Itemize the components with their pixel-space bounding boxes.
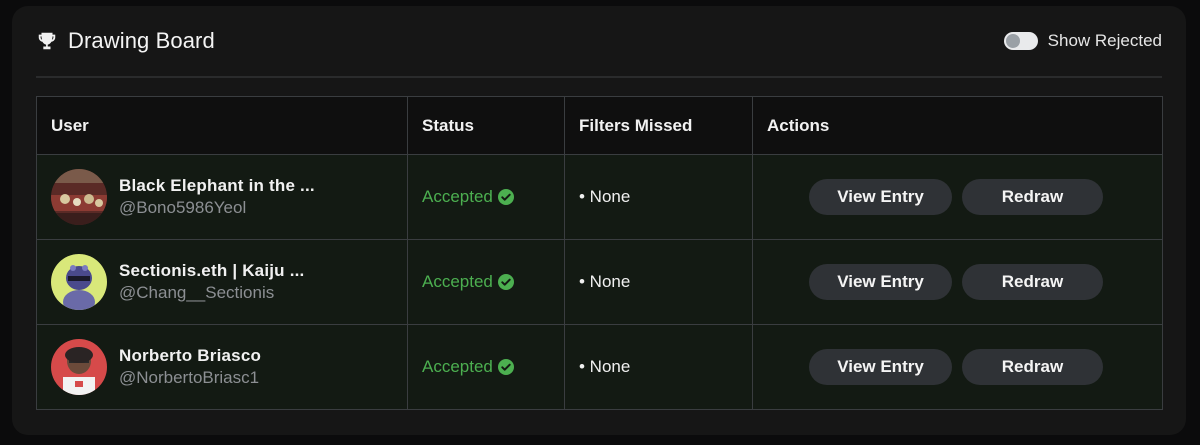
toggle-knob: [1005, 34, 1020, 48]
avatar[interactable]: [51, 254, 107, 310]
user-handle: @Bono5986Yeol: [119, 198, 247, 217]
title-group: Drawing Board: [36, 28, 215, 54]
view-entry-button[interactable]: View Entry: [809, 349, 952, 385]
status-cell: Accepted: [407, 239, 565, 325]
avatar[interactable]: [51, 169, 107, 225]
actions-cell: View Entry Redraw: [752, 324, 1163, 410]
filters-missed-value: • None: [579, 357, 631, 376]
status-cell: Accepted: [407, 154, 565, 240]
column-header-actions: Actions: [752, 96, 1163, 155]
filters-missed-cell: • None: [564, 154, 753, 240]
avatar[interactable]: [51, 339, 107, 395]
user-name: Sectionis.eth | Kaiju ...: [119, 261, 305, 280]
redraw-button[interactable]: Redraw: [962, 179, 1103, 215]
filters-missed-cell: • None: [564, 239, 753, 325]
check-circle-icon: [497, 189, 514, 205]
status-text: Accepted: [422, 357, 493, 376]
actions-cell: View Entry Redraw: [752, 154, 1163, 240]
table-header-row: User Status Filters Missed Actions: [36, 96, 1163, 155]
user-name: Black Elephant in the ...: [119, 176, 315, 195]
table-row: Norberto Briasco @NorbertoBriasc1 Accept…: [36, 324, 1163, 410]
user-cell: Black Elephant in the ... @Bono5986Yeol: [36, 154, 408, 240]
status-badge: Accepted: [422, 357, 514, 377]
user-handle: @NorbertoBriasc1: [119, 368, 260, 387]
view-entry-button[interactable]: View Entry: [809, 264, 952, 300]
check-circle-icon: [497, 359, 514, 375]
status-cell: Accepted: [407, 324, 565, 410]
column-header-user: User: [36, 96, 408, 155]
check-circle-icon: [497, 274, 514, 290]
page-title: Drawing Board: [68, 28, 215, 53]
trophy-icon: [36, 30, 58, 52]
status-badge: Accepted: [422, 272, 514, 292]
column-header-filters-missed: Filters Missed: [564, 96, 753, 155]
status-badge: Accepted: [422, 187, 514, 207]
user-handle: @Chang__Sectionis: [119, 283, 275, 302]
table-row: Black Elephant in the ... @Bono5986Yeol …: [36, 154, 1163, 240]
panel-header: Drawing Board Show Rejected: [36, 6, 1162, 78]
filters-missed-cell: • None: [564, 324, 753, 410]
user-name: Norberto Briasco: [119, 346, 262, 365]
table-row: Sectionis.eth | Kaiju ... @Chang__Sectio…: [36, 239, 1163, 325]
user-cell: Norberto Briasco @NorbertoBriasc1: [36, 324, 408, 410]
redraw-button[interactable]: Redraw: [962, 349, 1103, 385]
user-cell: Sectionis.eth | Kaiju ... @Chang__Sectio…: [36, 239, 408, 325]
status-text: Accepted: [422, 187, 493, 206]
filters-missed-value: • None: [579, 272, 631, 291]
drawing-board-panel: Drawing Board Show Rejected User Status …: [12, 6, 1186, 435]
column-header-status: Status: [407, 96, 565, 155]
redraw-button[interactable]: Redraw: [962, 264, 1103, 300]
toggle-label: Show Rejected: [1047, 31, 1162, 50]
view-entry-button[interactable]: View Entry: [809, 179, 952, 215]
filters-missed-value: • None: [579, 187, 631, 206]
actions-cell: View Entry Redraw: [752, 239, 1163, 325]
entries-table: User Status Filters Missed Actions Black…: [36, 96, 1163, 410]
status-text: Accepted: [422, 272, 493, 291]
show-rejected-toggle[interactable]: Show Rejected: [1003, 31, 1162, 51]
toggle-switch[interactable]: [1003, 32, 1038, 50]
